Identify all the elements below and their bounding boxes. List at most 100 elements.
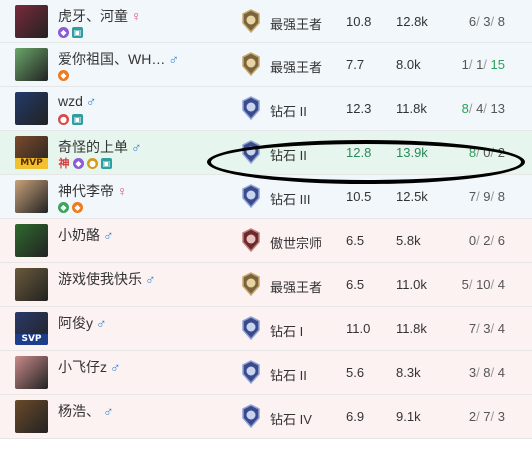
champion-avatar[interactable] — [15, 400, 48, 433]
player-name-text[interactable]: 小奶酪 — [58, 227, 100, 243]
player-name[interactable]: 奇怪的上单 ♂ — [58, 137, 142, 157]
assists: 13 — [490, 101, 505, 116]
assists: 4 — [497, 321, 505, 336]
kda-line: 3/ 8/ 4 — [469, 365, 505, 380]
female-icon: ♀ — [131, 8, 142, 24]
player-name[interactable]: 小飞仔z ♂ — [58, 357, 121, 377]
player-name[interactable]: 虎牙、河童 ♀ — [58, 6, 142, 26]
damage-value: 9.1k — [396, 409, 421, 424]
teal-badge-icon: ▣ — [72, 114, 83, 125]
kda-separator: / — [468, 277, 477, 292]
champion-avatar[interactable] — [15, 180, 48, 213]
kills: 7 — [468, 321, 477, 336]
deaths: 2 — [483, 233, 491, 248]
kills: 7 — [468, 189, 477, 204]
player-name-text[interactable]: 神代李帝 — [58, 183, 114, 199]
damage-value: 12.5k — [396, 189, 428, 204]
kills: 6 — [468, 14, 477, 29]
kda-line: 7/ 3/ 4 — [469, 321, 505, 336]
male-icon: ♂ — [145, 271, 156, 287]
player-badges: 神 ◆ ● ▣ — [58, 158, 112, 170]
teal-badge-icon: ▣ — [101, 158, 112, 169]
player-name-text[interactable]: 阿俊y — [58, 315, 93, 331]
damage-value: 5.8k — [396, 233, 421, 248]
rank-label: 钻石 IV — [270, 412, 312, 427]
purple-badge-icon: ◆ — [73, 158, 84, 169]
player-badges: ◆ ◆ — [58, 202, 83, 214]
player-name[interactable]: 爱你祖国、WH… ♂ — [58, 49, 179, 69]
player-row[interactable]: wzd ♂ ● ▣ 钻石 II 12.3 11.8k 8/ 4/ 13 — [0, 87, 532, 131]
diamond-rank-icon — [241, 404, 261, 429]
player-name[interactable]: 小奶酪 ♂ — [58, 225, 114, 245]
player-name[interactable]: 杨浩、 ♂ — [58, 401, 114, 421]
deaths: 10 — [476, 277, 491, 292]
deaths: 3 — [483, 321, 491, 336]
champion-avatar[interactable] — [15, 92, 48, 125]
kda-ratio: 12.3 — [346, 101, 372, 116]
player-name-text[interactable]: 杨浩、 — [58, 403, 100, 419]
player-name-text[interactable]: 爱你祖国、WH… — [58, 51, 165, 67]
kda-separator: / — [490, 14, 498, 29]
player-row[interactable]: 杨浩、 ♂ 钻石 IV 6.9 9.1k 2/ 7/ 3 — [0, 395, 532, 439]
player-row[interactable]: 神代李帝 ♀ ◆ ◆ 钻石 III 10.5 12.5k 7/ 9/ 8 — [0, 175, 532, 219]
player-name-text[interactable]: 奇怪的上单 — [58, 139, 128, 155]
player-row[interactable]: SVP 阿俊y ♂ 钻石 I 11.0 11.8k 7/ 3/ 4 — [0, 307, 532, 351]
champion-avatar[interactable] — [15, 268, 48, 301]
kda-separator: / — [483, 101, 491, 116]
assists: 6 — [497, 233, 505, 248]
player-name[interactable]: wzd ♂ — [58, 93, 96, 109]
rank-label: 钻石 I — [270, 324, 304, 339]
diamond-rank-icon — [241, 96, 261, 121]
player-row[interactable]: 小奶酪 ♂ 傲世宗师 6.5 5.8k 0/ 2/ 6 — [0, 219, 532, 263]
rank-label: 最强王者 — [270, 280, 323, 295]
player-row[interactable]: 虎牙、河童 ♀ ◆ ▣ 最强王者 10.8 12.8k 6/ 3/ 8 — [0, 0, 532, 43]
champion-avatar[interactable] — [15, 48, 48, 81]
rank-label: 钻石 II — [270, 148, 307, 163]
player-name[interactable]: 游戏使我快乐 ♂ — [58, 269, 156, 289]
kills: 8 — [468, 145, 477, 160]
assists: 8 — [497, 189, 505, 204]
player-name-text[interactable]: wzd — [58, 93, 83, 109]
player-name-text[interactable]: 游戏使我快乐 — [58, 271, 142, 287]
rank-label: 钻石 II — [270, 368, 307, 383]
kda-line: 5/ 10/ 4 — [462, 277, 505, 292]
assists: 8 — [497, 14, 505, 29]
champion-avatar[interactable]: MVP — [15, 136, 48, 169]
gold-badge-icon: ● — [87, 158, 98, 169]
male-icon: ♂ — [168, 51, 179, 67]
male-icon: ♂ — [103, 403, 114, 419]
kda-separator: / — [490, 321, 498, 336]
deaths: 0 — [483, 145, 491, 160]
champion-avatar[interactable] — [15, 5, 48, 38]
svp-badge: SVP — [15, 334, 48, 345]
player-row[interactable]: MVP 奇怪的上单 ♂ 神 ◆ ● ▣ 钻石 II 12.8 13.9k 8/ 0/ 2 — [0, 131, 532, 175]
rank-label: 傲世宗师 — [270, 236, 323, 251]
damage-value: 8.0k — [396, 57, 421, 72]
player-name[interactable]: 神代李帝 ♀ — [58, 181, 128, 201]
damage-value: 11.8k — [396, 321, 427, 336]
champion-avatar[interactable] — [15, 356, 48, 389]
kda-separator: / — [490, 145, 498, 160]
player-badges: ● ▣ — [58, 114, 83, 126]
champion-avatar[interactable]: SVP — [15, 312, 48, 345]
player-row[interactable]: 爱你祖国、WH… ♂ ◆ 最强王者 7.7 8.0k 1/ 1/ 15 — [0, 43, 532, 87]
match-scoreboard: 虎牙、河童 ♀ ◆ ▣ 最强王者 10.8 12.8k 6/ 3/ 8 爱你祖国、WH… ♂ ◆ 最强… — [0, 0, 532, 439]
kda-separator: / — [490, 365, 498, 380]
champion-avatar[interactable] — [15, 224, 48, 257]
player-name[interactable]: 阿俊y ♂ — [58, 313, 107, 333]
kda-line: 7/ 9/ 8 — [469, 189, 505, 204]
shen-badge-icon: 神 — [58, 157, 70, 170]
player-name-text[interactable]: 小飞仔z — [58, 359, 107, 375]
kda-line: 2/ 7/ 3 — [469, 409, 505, 424]
male-icon: ♂ — [85, 93, 97, 109]
kda-line: 1/ 1/ 15 — [462, 57, 505, 72]
kda-ratio: 11.0 — [346, 321, 371, 336]
player-row[interactable]: 小飞仔z ♂ 钻石 II 5.6 8.3k 3/ 8/ 4 — [0, 351, 532, 395]
damage-value: 11.8k — [396, 101, 427, 116]
player-row[interactable]: 游戏使我快乐 ♂ 最强王者 6.5 11.0k 5/ 10/ 4 — [0, 263, 532, 307]
player-name-text[interactable]: 虎牙、河童 — [58, 8, 128, 24]
challenger-rank-icon — [241, 272, 261, 297]
orange-badge-icon: ◆ — [72, 202, 83, 213]
kda-ratio: 12.8 — [346, 145, 372, 160]
kills: 0 — [468, 233, 477, 248]
